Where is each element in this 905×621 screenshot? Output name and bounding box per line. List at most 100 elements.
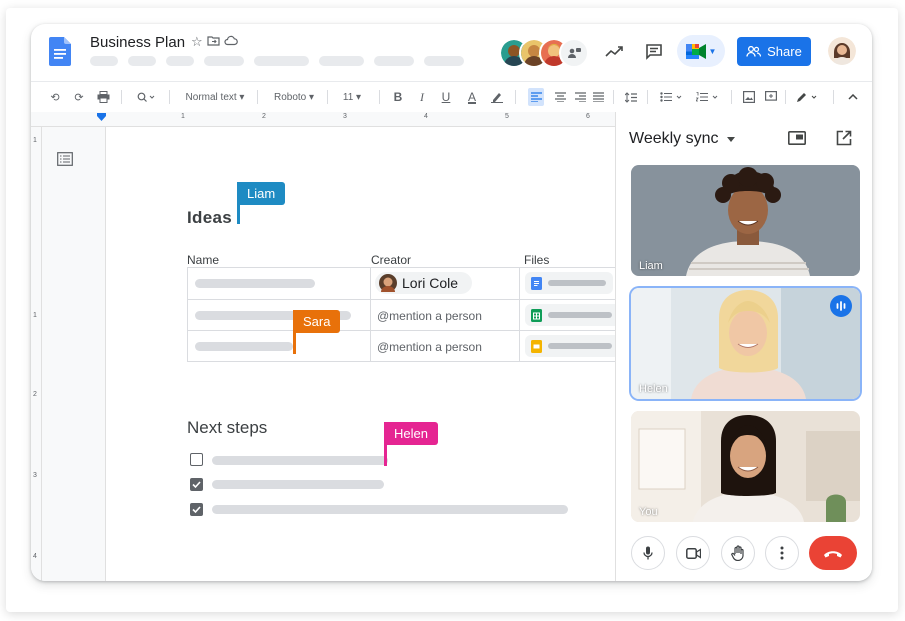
more-options-button[interactable] [765,536,799,570]
sheets-file-icon [531,308,542,322]
open-in-new-icon[interactable] [836,130,852,146]
self-video [631,411,860,522]
participant-tile-helen[interactable]: Helen [631,288,860,399]
raise-hand-button[interactable] [721,536,755,570]
undo-icon[interactable]: ⟲ [47,82,63,112]
app-header: Business Plan ☆ ▼ Share [31,24,872,78]
cloud-saved-icon[interactable] [224,34,238,47]
document-outline-icon[interactable] [57,152,73,166]
numbered-list-icon[interactable] [693,82,723,112]
redo-icon[interactable]: ⟳ [71,82,87,112]
horizontal-ruler[interactable]: 1 2 3 4 5 6 [31,112,615,127]
task-text-placeholder[interactable] [212,505,568,514]
mention-placeholder[interactable]: @mention a person [377,309,482,323]
share-button[interactable]: Share [737,37,811,66]
menu-item[interactable] [90,56,118,66]
bulleted-list-icon[interactable] [657,82,687,112]
ruler-mark: 1 [33,312,37,319]
docs-logo-icon[interactable] [49,37,71,66]
table-border [519,267,520,362]
present-to-all-avatar[interactable] [559,38,589,68]
person-chip[interactable]: Lori Cole [375,272,472,294]
next-steps-heading[interactable]: Next steps [187,418,267,438]
menu-item[interactable] [166,56,194,66]
comment-icon[interactable] [642,39,666,63]
align-justify-icon[interactable] [590,82,606,112]
task-text-placeholder[interactable] [212,480,384,489]
insert-image-icon[interactable] [741,82,757,112]
docs-app-window: Business Plan ☆ ▼ Share ⟲ ⟳ Normal text … [31,24,872,581]
helen-cursor-flag: Helen [384,422,438,445]
toolbar-divider [121,90,122,104]
name-placeholder[interactable] [195,279,315,288]
task-checkbox-checked[interactable] [190,478,203,491]
doc-title[interactable]: Business Plan [90,34,185,51]
menu-item[interactable] [424,56,464,66]
insert-comment-icon[interactable] [763,82,779,112]
zoom-icon[interactable] [132,82,160,112]
menu-item[interactable] [319,56,364,66]
name-placeholder[interactable] [195,342,293,351]
liam-video [631,165,860,276]
table-border [187,361,615,362]
meet-button[interactable]: ▼ [677,35,725,67]
table-border [187,330,615,331]
participant-name: You [639,506,658,518]
align-center-icon[interactable] [552,82,568,112]
account-avatar[interactable] [828,37,856,65]
task-checkbox-checked[interactable] [190,503,203,516]
participant-tile-you[interactable]: You [631,411,860,522]
chevron-up-icon[interactable] [845,82,861,112]
camera-button[interactable] [676,536,710,570]
slides-file-icon [531,339,542,353]
file-chip-docs[interactable] [525,272,613,294]
menu-item[interactable] [374,56,414,66]
menu-item[interactable] [204,56,244,66]
file-chip-slides[interactable] [525,335,615,357]
participant-name: Liam [639,260,663,272]
move-folder-icon[interactable] [207,34,220,47]
highlight-icon[interactable] [489,82,505,112]
menu-item[interactable] [254,56,309,66]
paragraph-style-select[interactable]: Normal text ▾ [179,82,251,112]
font-size-select[interactable]: 11 ▾ [335,82,369,112]
vertical-ruler[interactable]: 1 1 2 3 4 [31,127,42,581]
ruler-mark: 2 [262,113,266,120]
checkmark-icon [192,506,201,514]
font-select[interactable]: Roboto ▾ [267,82,321,112]
italic-icon[interactable]: I [415,82,429,112]
file-chip-sheets[interactable] [525,304,615,326]
mic-button[interactable] [631,536,665,570]
ideas-heading[interactable]: Ideas [187,208,232,228]
indent-marker-icon[interactable] [97,113,106,121]
docs-file-icon [531,276,542,290]
text-color-icon[interactable]: A [465,82,479,112]
activity-trend-icon[interactable] [602,39,626,63]
align-left-icon[interactable] [528,88,544,106]
picture-in-picture-icon[interactable] [788,131,806,145]
bold-icon[interactable]: B [391,82,405,112]
print-icon[interactable] [95,82,111,112]
meeting-title-dropdown[interactable]: Weekly sync [629,130,735,148]
task-text-placeholder[interactable] [212,456,388,465]
menu-item[interactable] [128,56,156,66]
leave-call-button[interactable] [809,536,857,570]
mention-placeholder[interactable]: @mention a person [377,340,482,354]
ruler-mark: 6 [586,113,590,120]
ruler-mark: 3 [33,472,37,479]
creator-name: Lori Cole [402,275,459,291]
participant-tile-liam[interactable]: Liam [631,165,860,276]
file-name-placeholder [548,312,612,318]
speaking-indicator-icon [830,295,852,317]
align-right-icon[interactable] [572,82,588,112]
ruler-mark: 5 [505,113,509,120]
participant-name: Helen [639,383,668,395]
task-checkbox-unchecked[interactable] [190,453,203,466]
line-spacing-icon[interactable] [623,82,639,112]
underline-icon[interactable]: U [439,82,453,112]
toolbar-divider [731,90,732,104]
editing-mode-icon[interactable] [793,82,823,112]
toolbar-divider [515,90,516,104]
star-icon[interactable]: ☆ [191,34,203,50]
chevron-down-icon: ▼ [708,46,717,56]
